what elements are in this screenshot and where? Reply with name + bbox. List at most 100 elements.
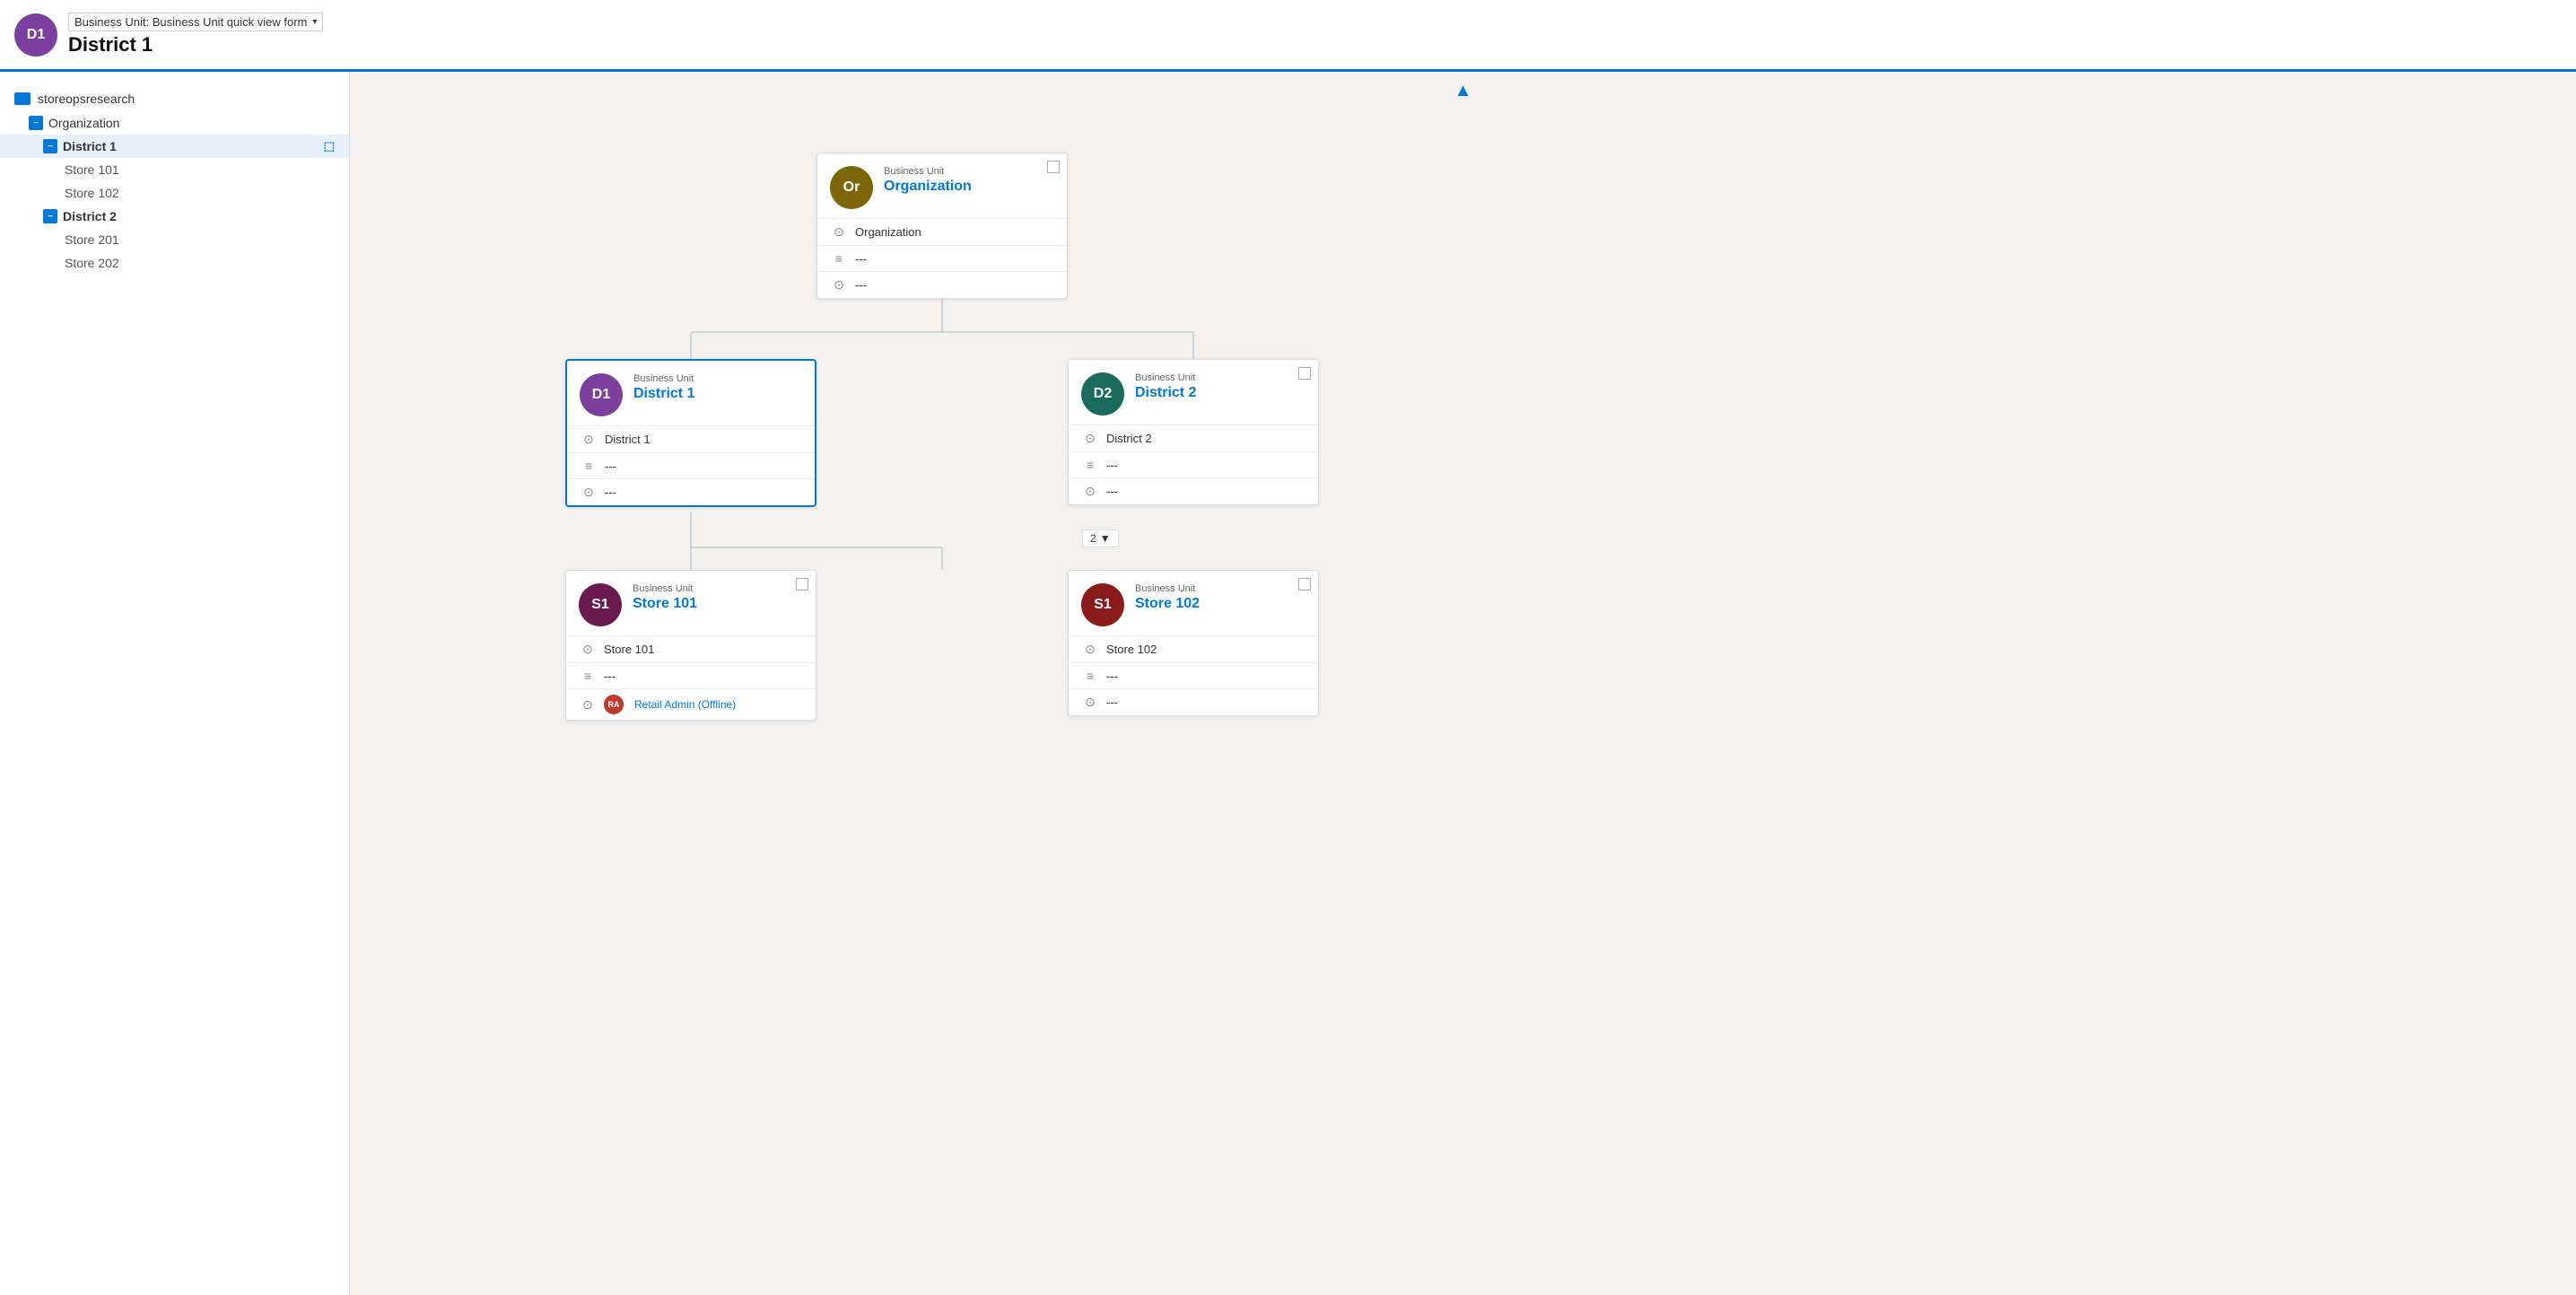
org-row2-value: ---: [855, 252, 867, 266]
org-chart-canvas: ▲ Or: [350, 72, 2576, 1295]
district1-card[interactable]: D1 Business Unit District 1 ⊙ District 1…: [565, 359, 816, 507]
sidebar-item-organization[interactable]: − Organization: [0, 111, 349, 135]
store102-type-label: Business Unit: [1135, 583, 1200, 594]
sidebar-store102-label: Store 102: [65, 186, 119, 200]
store102-avatar: S1: [1081, 583, 1124, 626]
org-row3: ⊙ ---: [817, 271, 1067, 298]
org-card[interactable]: Or Business Unit Organization ⊙ Organiza…: [816, 153, 1068, 299]
sidebar-store101-label: Store 101: [65, 162, 119, 177]
org-row2-icon: ≡: [830, 251, 848, 266]
district1-type-label: Business Unit: [633, 373, 694, 384]
store101-row2-value: ---: [604, 669, 616, 683]
scroll-up-button[interactable]: ▲: [1454, 81, 1472, 101]
org-title-area: Business Unit Organization: [884, 166, 972, 195]
sidebar-item-store101[interactable]: Store 101: [0, 158, 349, 181]
district2-name[interactable]: District 2: [1135, 385, 1196, 401]
org-row1-value: Organization: [855, 225, 921, 239]
store102-row3-icon: ⊙: [1081, 695, 1099, 710]
district2-row1: ⊙ District 2: [1069, 424, 1318, 451]
district2-card[interactable]: D2 Business Unit District 2 ⊙ District 2…: [1068, 359, 1319, 505]
store101-name[interactable]: Store 101: [633, 596, 697, 612]
app-header: D1 Business Unit: Business Unit quick vi…: [0, 0, 2576, 72]
sidebar-item-district1[interactable]: − District 1 ⬚: [0, 135, 349, 158]
district1-row3-icon: ⊙: [580, 485, 598, 500]
org-row1: ⊙ Organization: [817, 218, 1067, 245]
district1-row3-value: ---: [605, 486, 616, 499]
expand-arrow-icon: ▼: [1100, 532, 1111, 545]
sidebar-item-store102[interactable]: Store 102: [0, 181, 349, 205]
store102-row3-value: ---: [1106, 696, 1118, 709]
district1-row3: ⊙ ---: [567, 478, 815, 505]
store101-title-area: Business Unit Store 101: [633, 583, 697, 612]
district2-title-area: Business Unit District 2: [1135, 372, 1196, 401]
district1-row1-icon: ⊙: [580, 432, 598, 447]
district1-row2-icon: ≡: [580, 459, 598, 473]
store101-row2-icon: ≡: [579, 669, 597, 683]
card-checkbox-org[interactable]: [1047, 161, 1060, 173]
header-dropdown[interactable]: Business Unit: Business Unit quick view …: [68, 13, 323, 31]
org-name[interactable]: Organization: [884, 179, 972, 195]
district2-row2-value: ---: [1106, 459, 1118, 472]
chevron-down-icon: ▾: [312, 17, 317, 27]
district1-card-header: D1 Business Unit District 1: [567, 361, 815, 425]
district1-title-area: Business Unit District 1: [633, 373, 694, 402]
header-dropdown-label: Business Unit: Business Unit quick view …: [74, 15, 307, 29]
store102-row1: ⊙ Store 102: [1069, 635, 1318, 662]
org-row3-icon: ⊙: [830, 277, 848, 293]
store101-row2: ≡ ---: [566, 662, 816, 688]
store102-card[interactable]: S1 Business Unit Store 102 ⊙ Store 102 ≡…: [1068, 570, 1319, 716]
expand-badge[interactable]: 2 ▼: [1082, 529, 1119, 547]
district2-row2: ≡ ---: [1069, 451, 1318, 477]
store101-avatar: S1: [579, 583, 622, 626]
org-row1-icon: ⊙: [830, 224, 848, 240]
org-avatar: Or: [830, 166, 873, 209]
store102-row2: ≡ ---: [1069, 662, 1318, 688]
sidebar-store201-label: Store 201: [65, 232, 119, 247]
district1-row1: ⊙ District 1: [567, 425, 815, 452]
district1-name[interactable]: District 1: [633, 386, 694, 402]
sidebar-district2-label: District 2: [63, 209, 117, 223]
main-layout: storeopsresearch − Organization − Distri…: [0, 72, 2576, 1295]
store102-row1-value: Store 102: [1106, 643, 1157, 656]
card-checkbox-d2[interactable]: [1298, 367, 1311, 380]
ra-avatar: RA: [604, 695, 624, 714]
header-title: District 1: [68, 33, 323, 57]
sidebar-district1-label: District 1: [63, 139, 117, 153]
district2-avatar: D2: [1081, 372, 1124, 416]
store102-name[interactable]: Store 102: [1135, 596, 1200, 612]
district2-row1-icon: ⊙: [1081, 431, 1099, 446]
district1-row2-value: ---: [605, 459, 616, 473]
district2-type-label: Business Unit: [1135, 372, 1196, 383]
store101-type-label: Business Unit: [633, 583, 697, 594]
header-info: Business Unit: Business Unit quick view …: [68, 13, 323, 57]
sidebar-root: storeopsresearch: [0, 86, 349, 111]
sidebar-root-icon: [14, 92, 31, 105]
district2-row1-value: District 2: [1106, 432, 1152, 445]
store101-row1: ⊙ Store 101: [566, 635, 816, 662]
open-record-icon[interactable]: ⬚: [324, 139, 335, 153]
district2-row3-value: ---: [1106, 485, 1118, 498]
store101-row3: ⊙ RA Retail Admin (Offline): [566, 688, 816, 720]
sidebar-item-store201[interactable]: Store 201: [0, 228, 349, 251]
district1-row1-value: District 1: [605, 433, 651, 446]
card-checkbox-s101[interactable]: [796, 578, 808, 591]
org-card-header: Or Business Unit Organization: [817, 153, 1067, 218]
sidebar-org-label: Organization: [48, 116, 119, 130]
collapse-icon-d2: −: [43, 209, 57, 223]
store102-row3: ⊙ ---: [1069, 688, 1318, 715]
store101-card[interactable]: S1 Business Unit Store 101 ⊙ Store 101 ≡…: [565, 570, 816, 721]
expand-count: 2: [1090, 532, 1096, 545]
store101-card-header: S1 Business Unit Store 101: [566, 571, 816, 635]
store101-row3-value: Retail Admin (Offline): [634, 698, 736, 711]
sidebar-store202-label: Store 202: [65, 256, 119, 270]
store101-row1-icon: ⊙: [579, 642, 597, 657]
org-type-label: Business Unit: [884, 166, 972, 177]
org-row2: ≡ ---: [817, 245, 1067, 271]
sidebar-item-district2[interactable]: − District 2: [0, 205, 349, 228]
store102-row2-icon: ≡: [1081, 669, 1099, 683]
store102-title-area: Business Unit Store 102: [1135, 583, 1200, 612]
store102-row2-value: ---: [1106, 669, 1118, 683]
card-checkbox-s102[interactable]: [1298, 578, 1311, 591]
sidebar-item-store202[interactable]: Store 202: [0, 251, 349, 275]
store102-row1-icon: ⊙: [1081, 642, 1099, 657]
